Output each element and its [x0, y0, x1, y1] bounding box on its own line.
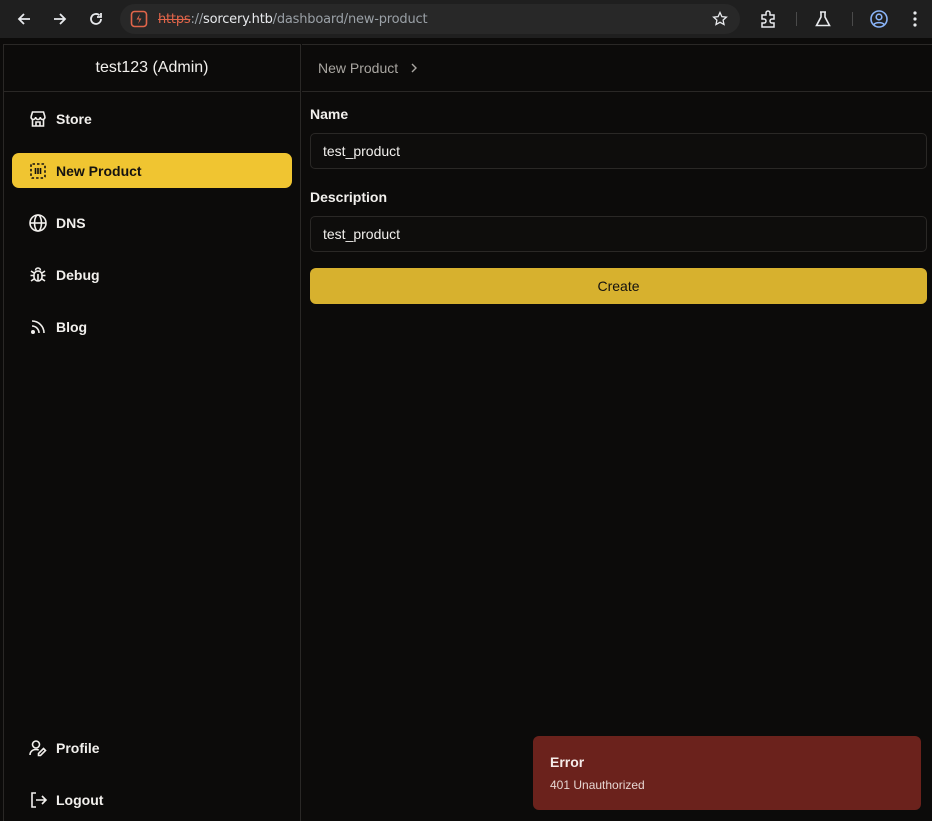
- rss-icon: [30, 319, 45, 334]
- store-icon: [30, 110, 46, 127]
- reload-icon: [90, 13, 102, 25]
- sidebar-item-logout[interactable]: Logout: [12, 782, 292, 817]
- toolbar-separator: [852, 12, 853, 26]
- sidebar-item-blog[interactable]: Blog: [12, 309, 292, 344]
- toast-title: Error: [550, 754, 585, 770]
- browser-toolbar: https://sorcery.htb/dashboard/new-produc…: [0, 0, 932, 38]
- sidebar-item-label: Blog: [56, 318, 88, 335]
- description-label: Description: [310, 189, 388, 205]
- chevron-right-icon: [411, 63, 418, 73]
- new-product-icon: [30, 162, 46, 179]
- sidebar-item-dns[interactable]: DNS: [12, 205, 292, 240]
- not-secure-icon[interactable]: [130, 10, 148, 28]
- arrow-left-icon: [17, 13, 30, 25]
- url-scheme: https: [158, 11, 191, 27]
- reload-button[interactable]: [78, 0, 114, 38]
- url-text: https://sorcery.htb/dashboard/new-produc…: [158, 11, 428, 27]
- description-input[interactable]: test_product: [310, 216, 927, 252]
- create-button[interactable]: Create: [310, 268, 927, 304]
- new-product-form: Name test_product Description test_produ…: [310, 92, 928, 304]
- profile-avatar-icon[interactable]: [869, 9, 889, 29]
- url-host: sorcery.htb: [203, 11, 273, 27]
- breadcrumb-current[interactable]: New Product: [318, 60, 398, 76]
- arrow-right-icon: [54, 13, 67, 25]
- error-toast[interactable]: Error 401 Unauthorized: [533, 736, 921, 810]
- name-label: Name: [310, 106, 349, 122]
- sidebar-item-label: Debug: [56, 266, 100, 283]
- toolbar-separator: [796, 12, 797, 26]
- sidebar-item-label: Logout: [56, 791, 104, 808]
- address-bar[interactable]: https://sorcery.htb/dashboard/new-produc…: [120, 4, 740, 34]
- logout-icon: [31, 791, 48, 808]
- user-edit-icon: [29, 739, 47, 756]
- bookmark-star-icon[interactable]: [712, 11, 728, 27]
- globe-icon: [29, 213, 47, 232]
- sidebar: test123 (Admin) Store New Product DNS De…: [3, 44, 301, 821]
- url-path: /dashboard/new-product: [272, 11, 428, 27]
- kebab-menu-icon[interactable]: [905, 9, 925, 29]
- sidebar-item-label: New Product: [56, 162, 142, 179]
- sidebar-item-label: Profile: [56, 739, 100, 756]
- sidebar-item-label: Store: [56, 110, 92, 127]
- sidebar-item-label: DNS: [56, 214, 86, 231]
- sidebar-user-title: test123 (Admin): [4, 45, 300, 92]
- sidebar-item-store[interactable]: Store: [12, 101, 292, 136]
- breadcrumb: New Product: [302, 44, 932, 92]
- labs-flask-icon[interactable]: [813, 9, 833, 29]
- forward-button[interactable]: [42, 0, 78, 38]
- name-input[interactable]: test_product: [310, 133, 927, 169]
- sidebar-item-profile[interactable]: Profile: [12, 730, 292, 765]
- sidebar-item-debug[interactable]: Debug: [12, 257, 292, 292]
- extensions-icon[interactable]: [759, 9, 779, 29]
- back-button[interactable]: [6, 0, 42, 38]
- url-separator: ://: [190, 11, 204, 27]
- toast-message: 401 Unauthorized: [550, 778, 645, 792]
- bug-icon: [30, 266, 46, 282]
- sidebar-item-new-product[interactable]: New Product: [12, 153, 292, 188]
